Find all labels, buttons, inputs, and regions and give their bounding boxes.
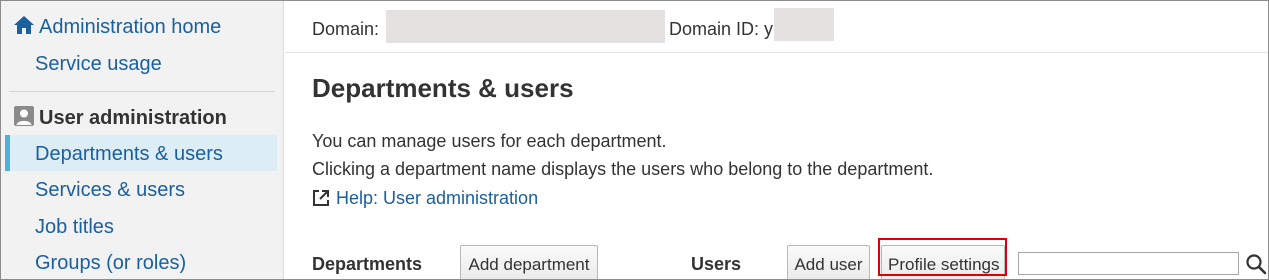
domain-label: Domain: <box>312 19 380 39</box>
sidebar-item-service-usage[interactable]: Service usage <box>35 53 162 76</box>
users-label: Users <box>691 254 742 274</box>
profile-settings-button[interactable]: Profile settings <box>881 245 1005 279</box>
domain-id-value-redacted <box>774 8 834 41</box>
page-title: Departments & users <box>312 73 574 103</box>
departments-label: Departments <box>312 254 423 274</box>
domain-bar: Domain: Domain ID: y <box>285 1 1268 53</box>
sidebar-item-groups-roles[interactable]: Groups (or roles) <box>35 252 186 275</box>
add-department-button[interactable]: Add department <box>460 245 598 279</box>
sidebar-divider <box>9 91 275 92</box>
sidebar-item-departments-users[interactable]: Departments & users <box>5 135 277 171</box>
search-icon[interactable] <box>1245 253 1267 275</box>
sidebar-section-user-administration: User administration <box>13 105 227 133</box>
sidebar-section-label: User administration <box>39 107 227 129</box>
page-description-line-1: You can manage users for each department… <box>312 131 667 151</box>
sidebar-item-label: Service usage <box>35 53 162 75</box>
domain-id-label: Domain ID: y <box>669 19 774 39</box>
sidebar-item-job-titles[interactable]: Job titles <box>35 216 114 239</box>
external-link-icon <box>312 189 330 212</box>
sidebar-item-services-users[interactable]: Services & users <box>35 179 185 202</box>
sidebar-item-label: Services & users <box>35 179 186 201</box>
user-icon <box>13 105 35 133</box>
page-description-line-2: Clicking a department name displays the … <box>312 159 934 179</box>
help-link[interactable]: Help: User administration <box>312 188 538 212</box>
user-search-input[interactable] <box>1018 252 1239 275</box>
sidebar: Administration home Service usage User a… <box>1 1 284 279</box>
add-user-button[interactable]: Add user <box>787 245 870 279</box>
sidebar-item-administration-home[interactable]: Administration home <box>13 15 221 41</box>
sidebar-item-label: Groups (or roles) <box>35 252 187 274</box>
home-icon <box>13 15 35 41</box>
sidebar-item-label: Job titles <box>35 216 114 238</box>
sidebar-item-label: Administration home <box>39 16 222 38</box>
app-window: Administration home Service usage User a… <box>0 0 1269 280</box>
main-content: Domain: Domain ID: y Departments & users… <box>285 1 1268 279</box>
domain-value-redacted <box>386 10 665 43</box>
sidebar-item-label: Departments & users <box>35 143 223 165</box>
help-link-label: Help: User administration <box>336 188 539 208</box>
